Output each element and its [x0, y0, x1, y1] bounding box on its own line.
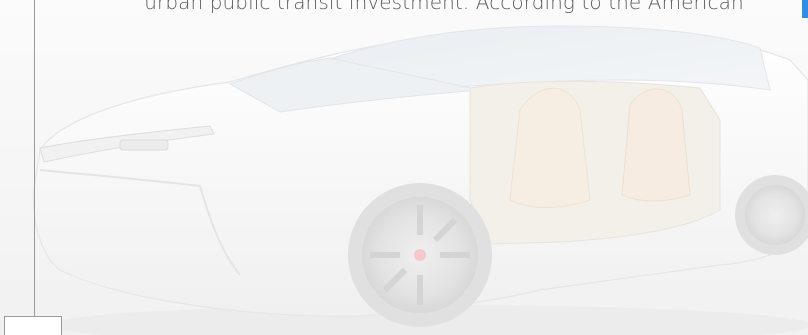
accent-tab	[802, 0, 808, 18]
concept-car-image	[0, 0, 808, 335]
vertical-rule	[34, 0, 35, 335]
article-paragraph-line: urban public transit investment. Accordi…	[144, 0, 744, 14]
hero-section: urban public transit investment. Accordi…	[0, 0, 808, 335]
corner-frame	[4, 316, 62, 335]
